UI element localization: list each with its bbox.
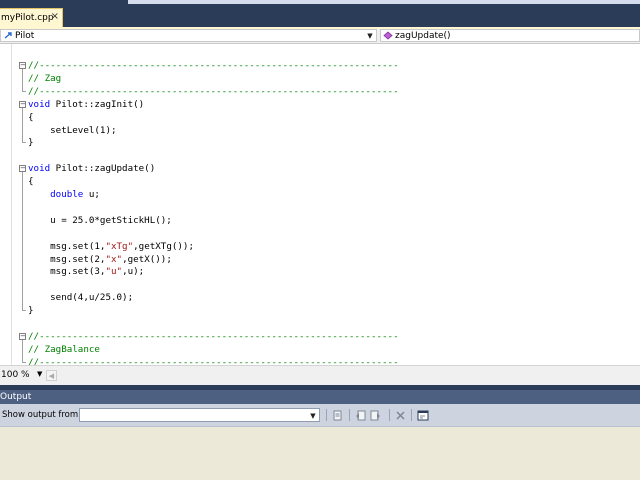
code-token: //--------------------------------------… <box>28 60 399 71</box>
code-line[interactable]: msg.set(1,"xTg",getXTg()); <box>28 240 194 253</box>
find-message-icon[interactable] <box>331 409 344 421</box>
code-line[interactable]: //--------------------------------------… <box>28 330 399 343</box>
arrow-icon <box>3 31 13 41</box>
collapse-icon[interactable]: − <box>19 62 26 69</box>
collapse-icon[interactable]: − <box>19 332 26 340</box>
outline-end <box>22 142 26 144</box>
code-line[interactable]: send(4,u/25.0); <box>28 291 133 304</box>
document-tab-bar: myPilot.cpp × <box>0 6 640 28</box>
zoom-dropdown-icon[interactable]: ▼ <box>37 370 42 378</box>
code-token: msg.set(2, <box>28 253 106 265</box>
code-token: ,u); <box>122 266 145 278</box>
output-text-area[interactable] <box>0 427 640 480</box>
editor-margin <box>0 44 12 365</box>
clear-all-icon[interactable] <box>394 409 407 421</box>
code-token: msg.set(3, <box>28 266 106 278</box>
code-line[interactable]: } <box>28 136 34 149</box>
code-token: void <box>28 163 51 175</box>
scroll-left-icon[interactable]: ◀ <box>46 370 57 381</box>
code-token: double <box>50 189 84 200</box>
chevron-down-icon[interactable]: ▼ <box>365 30 375 41</box>
code-line[interactable]: double u; <box>28 188 100 201</box>
code-line[interactable]: void Pilot::zagInit() <box>28 98 144 111</box>
code-token: ,getXTg()); <box>133 240 194 252</box>
tab-mypilot-cpp[interactable]: myPilot.cpp × <box>0 8 63 27</box>
outline-end <box>22 90 26 92</box>
code-line[interactable]: //--------------------------------------… <box>28 356 399 365</box>
code-token: setLevel(1); <box>28 124 117 136</box>
editor-status-bar: 100 % ▼ ◀ <box>0 365 640 385</box>
member-selector-value: zagUpdate() <box>395 30 451 41</box>
code-token: // ZagBalance <box>28 343 100 355</box>
toolbar-separator <box>349 409 350 421</box>
title-strip-highlight <box>128 0 640 4</box>
code-token: { <box>28 111 34 123</box>
outline-line <box>22 172 23 311</box>
outline-line <box>22 69 23 91</box>
code-token: send(4,u/25.0); <box>28 292 134 304</box>
output-source-select[interactable]: ▼ <box>79 408 320 422</box>
code-line[interactable]: msg.set(2,"x",getX()); <box>28 253 172 266</box>
output-panel-header: Output <box>0 390 640 404</box>
collapse-icon[interactable]: − <box>19 100 26 108</box>
code-token: void <box>28 98 51 110</box>
code-line[interactable]: void Pilot::zagUpdate() <box>28 162 155 175</box>
toolbar-separator <box>326 409 327 421</box>
goto-prev-icon[interactable] <box>354 409 367 421</box>
show-output-from-label: Show output from: <box>2 410 82 420</box>
member-selector[interactable]: zagUpdate() <box>380 29 640 42</box>
code-token: // Zag <box>28 72 62 84</box>
code-token: ,getX()); <box>122 253 172 265</box>
output-panel-title: Output <box>0 392 32 402</box>
code-line[interactable]: { <box>28 111 34 124</box>
outline-end <box>22 310 26 312</box>
goto-next-icon[interactable] <box>369 409 382 421</box>
code-line[interactable]: //--------------------------------------… <box>28 59 399 72</box>
code-line[interactable]: msg.set(3,"u",u); <box>28 265 144 278</box>
navigation-bar: Pilot ▼ zagUpdate() <box>0 29 640 44</box>
code-token: //--------------------------------------… <box>28 85 399 97</box>
code-token: Pilot::zagUpdate() <box>50 163 156 175</box>
code-token: { <box>28 176 34 188</box>
word-wrap-icon[interactable] <box>416 409 429 421</box>
chevron-down-icon[interactable]: ▼ <box>308 410 318 421</box>
code-token: } <box>28 137 34 149</box>
zoom-level[interactable]: 100 % <box>1 370 30 380</box>
code-token: "x" <box>105 253 123 265</box>
code-token: //--------------------------------------… <box>28 330 399 342</box>
collapse-icon[interactable]: − <box>19 165 26 173</box>
tab-label: myPilot.cpp <box>1 13 54 23</box>
outline-line <box>22 107 23 143</box>
code-token: } <box>28 305 34 317</box>
outline-end <box>22 361 26 363</box>
toolbar-separator <box>389 409 390 421</box>
toolbar-separator <box>411 409 412 421</box>
close-icon[interactable]: × <box>51 11 59 22</box>
code-token: Pilot::zagInit() <box>50 98 145 110</box>
code-line[interactable]: { <box>28 175 34 188</box>
code-editor[interactable]: − − − − //---------------------------------… <box>0 44 640 365</box>
class-selector[interactable]: Pilot ▼ <box>0 29 377 42</box>
code-line[interactable]: //--------------------------------------… <box>28 85 399 98</box>
code-token: //--------------------------------------… <box>28 356 399 365</box>
output-toolbar: Show output from: ▼ <box>0 404 640 427</box>
code-token: "u" <box>105 266 123 278</box>
code-token: "xTg" <box>105 240 134 252</box>
method-icon <box>383 31 393 41</box>
code-line[interactable]: setLevel(1); <box>28 124 117 137</box>
class-selector-value: Pilot <box>15 30 35 41</box>
code-line[interactable]: // Zag <box>28 72 61 85</box>
code-token: u = 25.0*getStickHL(); <box>28 214 172 226</box>
outline-line <box>22 339 23 362</box>
code-line[interactable]: } <box>28 304 34 317</box>
code-token: msg.set(1, <box>28 240 106 252</box>
code-line[interactable]: u = 25.0*getStickHL(); <box>28 214 172 227</box>
code-token: u; <box>83 189 100 200</box>
code-line[interactable]: // ZagBalance <box>28 343 100 356</box>
